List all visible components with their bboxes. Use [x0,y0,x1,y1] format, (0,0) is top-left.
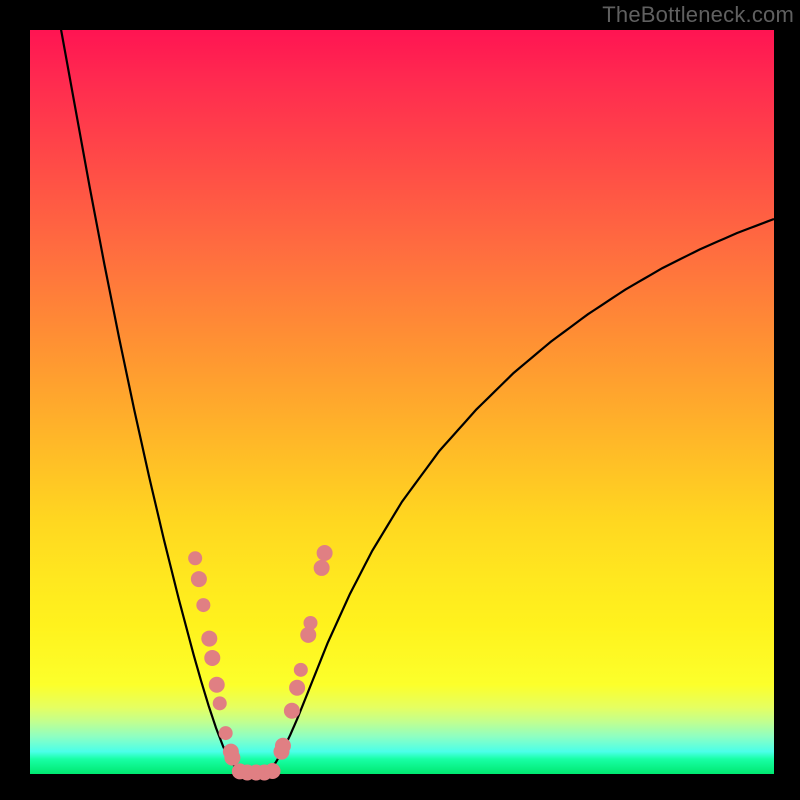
watermark-text: TheBottleneck.com [602,2,794,28]
bottleneck-chart: TheBottleneck.com [0,0,800,800]
plot-area [30,30,774,774]
